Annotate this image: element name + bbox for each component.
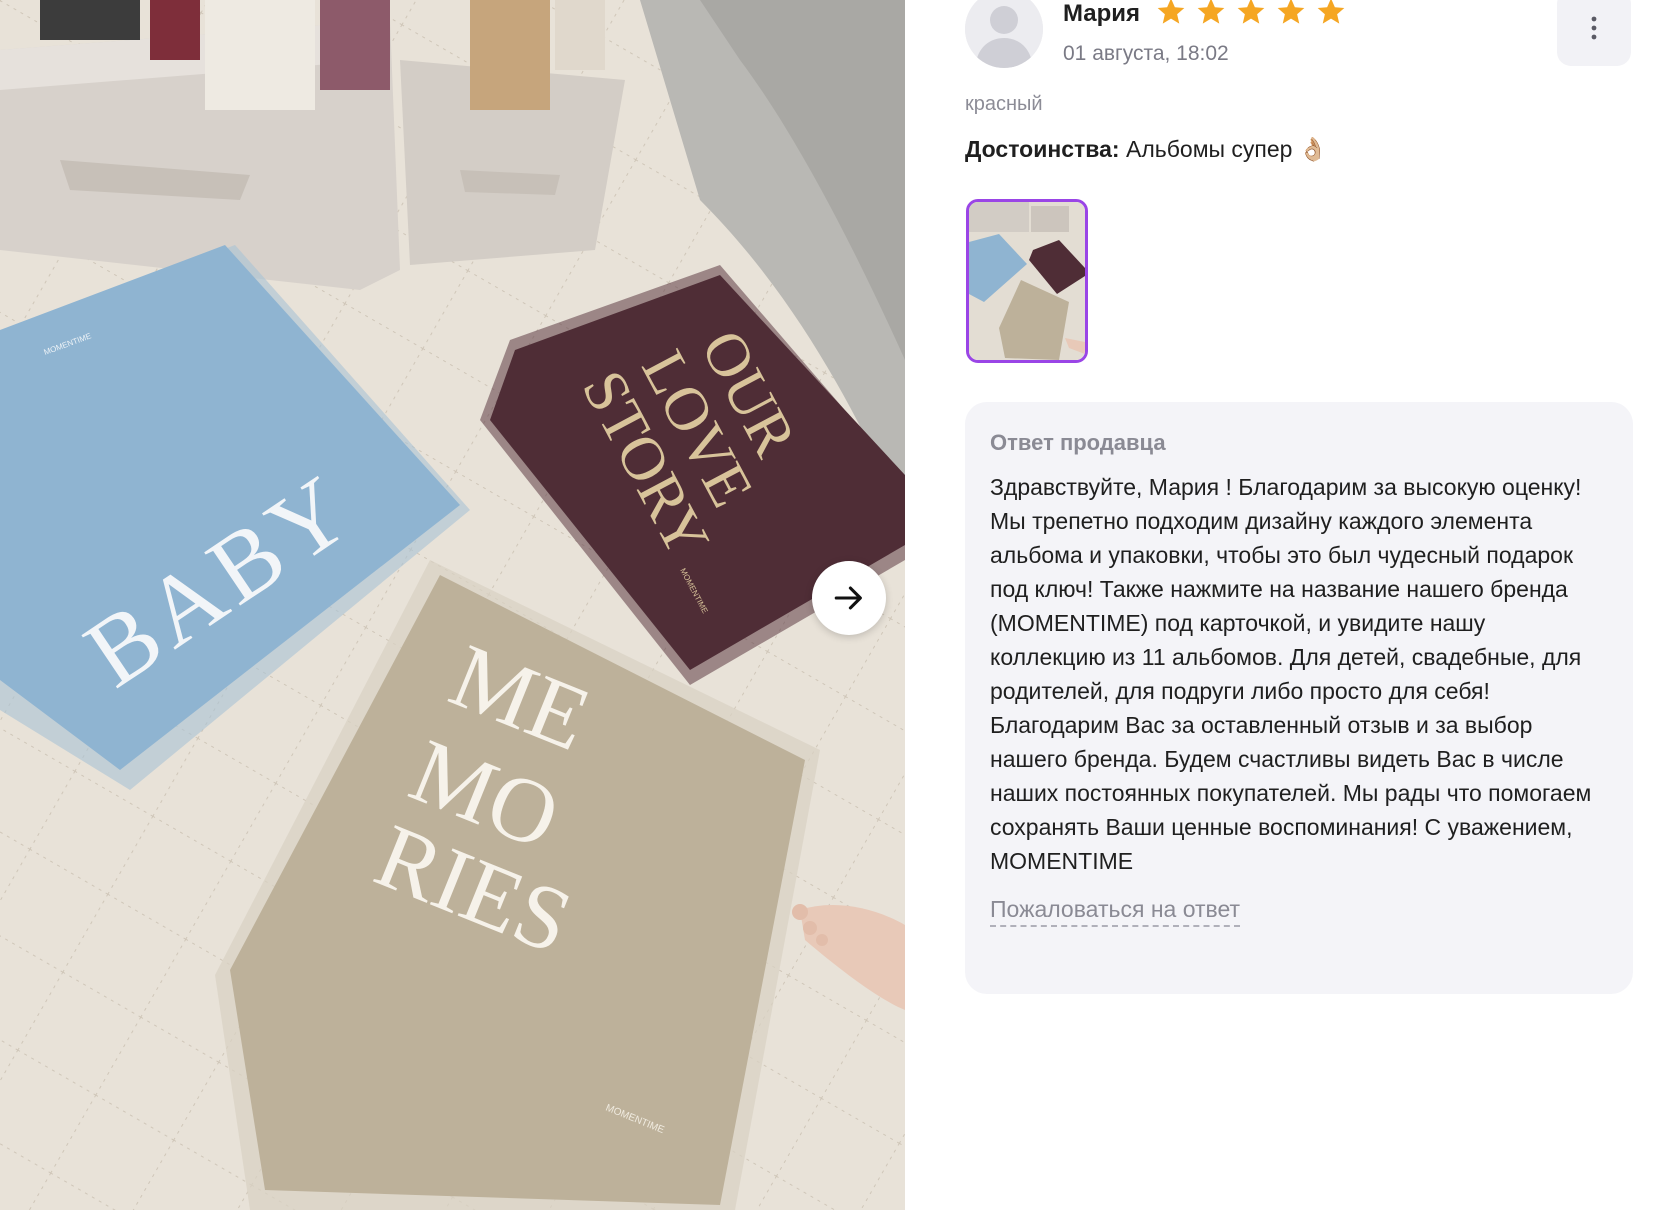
review-panel: Мария 01 августа, 18:02 красный Достоинс…: [905, 0, 1680, 1210]
review-pros: Достоинства: Альбомы супер 👌🏼: [965, 136, 1328, 163]
star-icon: [1277, 0, 1305, 24]
complain-answer-link[interactable]: Пожаловаться на ответ: [990, 896, 1241, 927]
thumbnail-image: [969, 202, 1085, 360]
arrow-right-icon: [834, 586, 862, 610]
pros-text: Альбомы супер 👌🏼: [1125, 136, 1328, 162]
star-icon: [1197, 0, 1225, 24]
user-placeholder-icon: [965, 0, 1043, 68]
review-date: 01 августа, 18:02: [1063, 42, 1229, 65]
seller-answer-title: Ответ продавца: [990, 430, 1166, 455]
more-options-button[interactable]: [1557, 0, 1631, 66]
review-photo-viewer[interactable]: BABY MOMENTIME OUR LOVE STORY MOMENTIME …: [0, 0, 905, 1210]
review-photo: BABY MOMENTIME OUR LOVE STORY MOMENTIME …: [0, 0, 905, 1210]
rating-stars: [1155, 0, 1347, 28]
seller-answer-text: Здравствуйте, Мария ! Благодарим за высо…: [990, 474, 1592, 874]
star-icon: [1237, 0, 1265, 24]
product-variant: красный: [965, 93, 1043, 115]
pros-label: Достоинства:: [965, 136, 1120, 162]
more-vertical-icon: [1591, 16, 1597, 40]
seller-answer-card: Ответ продавца Здравствуйте, Мария ! Бла…: [965, 402, 1633, 994]
review-author-name: Мария: [1063, 0, 1141, 27]
star-icon: [1157, 0, 1185, 24]
next-photo-button[interactable]: [812, 561, 886, 635]
review-photo-thumbnail[interactable]: [966, 199, 1088, 363]
avatar: [965, 0, 1043, 68]
star-icon: [1317, 0, 1345, 24]
